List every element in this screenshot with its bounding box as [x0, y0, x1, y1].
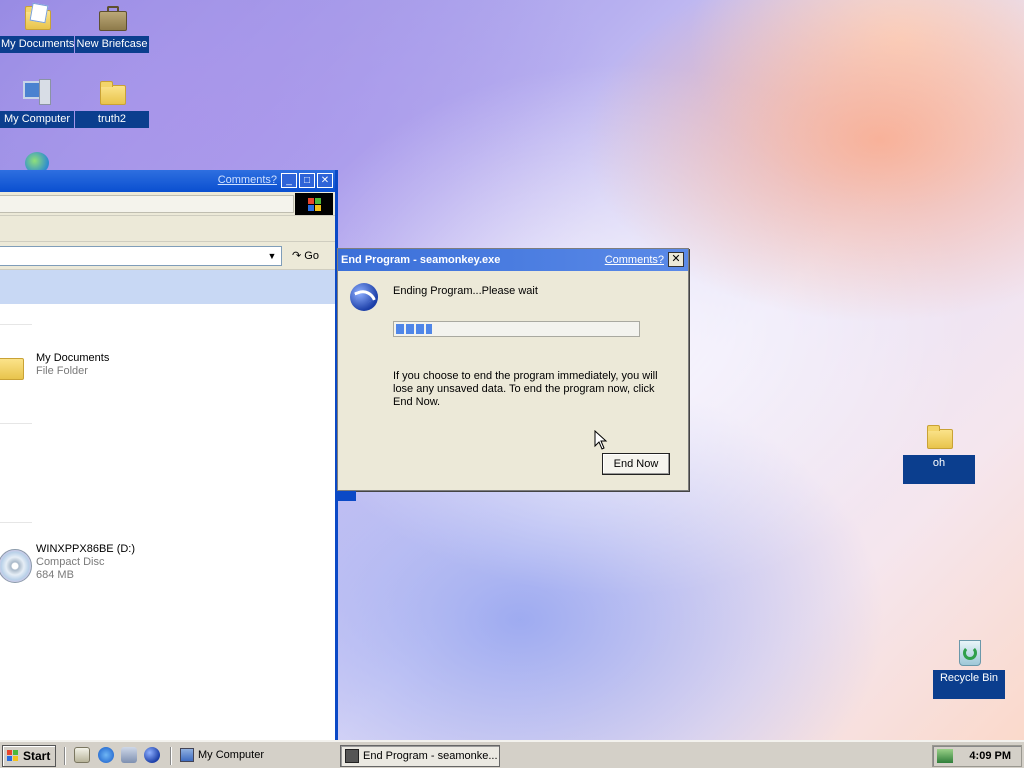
status-message: Ending Program...Please wait — [393, 285, 538, 297]
briefcase-icon — [96, 2, 128, 34]
window-titlebar[interactable]: Comments? _ □ ✕ — [0, 170, 335, 192]
dialog-titlebar[interactable]: End Program - seamonkey.exe Comments? ✕ — [338, 249, 688, 271]
mouse-cursor-icon — [594, 430, 608, 450]
end-now-button[interactable]: End Now — [602, 453, 670, 475]
group-header-band — [0, 270, 335, 304]
info-text: If you choose to end the program immedia… — [393, 370, 658, 408]
my-computer-icon — [180, 748, 194, 762]
comments-link[interactable]: Comments? — [605, 249, 664, 271]
go-label: Go — [304, 250, 319, 262]
desktop-icon-recycle-bin[interactable]: Recycle Bin — [933, 636, 1005, 699]
desktop-icon-label: Recycle Bin — [933, 670, 1005, 699]
list-item[interactable]: WINXPPX86BE (D:) Compact Disc 684 MB — [0, 543, 330, 585]
internet-explorer-icon[interactable] — [98, 747, 114, 763]
item-type: File Folder — [36, 365, 88, 377]
dialog-title: End Program - seamonkey.exe — [341, 254, 501, 266]
task-label: End Program - seamonke... — [363, 750, 498, 762]
taskbar: Start My Computer End Program - seamonke… — [0, 740, 1024, 768]
item-type: Compact Disc — [36, 556, 105, 568]
my-computer-window: Comments? _ □ ✕ ▼ ↷ Go My Documents File… — [0, 170, 338, 740]
system-tray: 4:09 PM — [932, 745, 1022, 767]
network-tray-icon[interactable] — [937, 749, 953, 763]
item-size: 684 MB — [36, 569, 74, 581]
chevron-down-icon[interactable]: ▼ — [265, 249, 279, 263]
windows-logo-icon — [7, 750, 18, 761]
desktop-icon-label: My Computer — [0, 111, 74, 128]
desktop-icon-label: truth2 — [75, 111, 149, 128]
end-program-dialog: End Program - seamonkey.exe Comments? ✕ … — [337, 248, 689, 491]
progress-fill — [396, 324, 433, 334]
clock[interactable]: 4:09 PM — [969, 746, 1011, 766]
desktop-icon-label: My Documents — [0, 36, 74, 53]
task-label: My Computer — [198, 749, 265, 761]
desktop-icon-label: oh — [903, 455, 975, 484]
end-program-icon — [345, 749, 359, 763]
seamonkey-icon — [350, 283, 380, 313]
folder-icon — [0, 352, 26, 382]
menu-bar — [0, 192, 335, 216]
taskbar-button-end-program[interactable]: End Program - seamonke... — [340, 745, 500, 767]
my-documents-icon — [21, 2, 53, 34]
divider — [0, 522, 32, 523]
windows-logo-icon — [295, 193, 333, 215]
close-button[interactable]: ✕ — [317, 173, 333, 188]
show-desktop-icon[interactable] — [74, 747, 90, 763]
minimize-button[interactable]: _ — [281, 173, 297, 188]
my-computer-icon — [21, 77, 53, 109]
start-label: Start — [23, 749, 51, 763]
network-settings-icon[interactable] — [121, 747, 137, 763]
desktop-icon-label: New Briefcase — [75, 36, 149, 53]
maximize-button[interactable]: □ — [299, 173, 315, 188]
go-arrow-icon: ↷ — [292, 250, 305, 262]
toolbar — [0, 216, 335, 242]
compact-disc-icon — [0, 549, 32, 583]
desktop-icon-new-briefcase[interactable]: New Briefcase — [75, 2, 149, 53]
close-button[interactable]: ✕ — [668, 252, 684, 267]
desktop-icon-my-documents[interactable]: My Documents — [0, 2, 74, 53]
desktop-icon-oh[interactable]: oh — [903, 421, 975, 484]
go-button[interactable]: ↷ Go — [288, 246, 330, 266]
divider — [170, 747, 172, 765]
folder-icon — [923, 421, 955, 453]
list-item[interactable]: My Documents File Folder — [0, 352, 330, 386]
divider — [64, 747, 66, 765]
start-button[interactable]: Start — [2, 745, 56, 767]
item-name: My Documents — [36, 352, 110, 364]
desktop-icon-my-computer[interactable]: My Computer — [0, 77, 74, 128]
folder-icon — [96, 77, 128, 109]
comments-link[interactable]: Comments? — [218, 174, 277, 186]
address-bar: ▼ ↷ Go — [0, 242, 335, 270]
taskbar-button-my-computer[interactable]: My Computer — [176, 745, 336, 767]
window-fragment — [338, 491, 356, 501]
divider — [0, 423, 32, 424]
address-input[interactable]: ▼ — [0, 246, 282, 266]
desktop-icon-truth2[interactable]: truth2 — [75, 77, 149, 128]
divider — [0, 324, 32, 325]
progress-bar — [393, 321, 640, 337]
menu-strip[interactable] — [0, 195, 294, 213]
item-name: WINXPPX86BE (D:) — [36, 543, 136, 555]
seamonkey-icon[interactable] — [144, 747, 160, 763]
recycle-bin-icon — [953, 636, 985, 668]
